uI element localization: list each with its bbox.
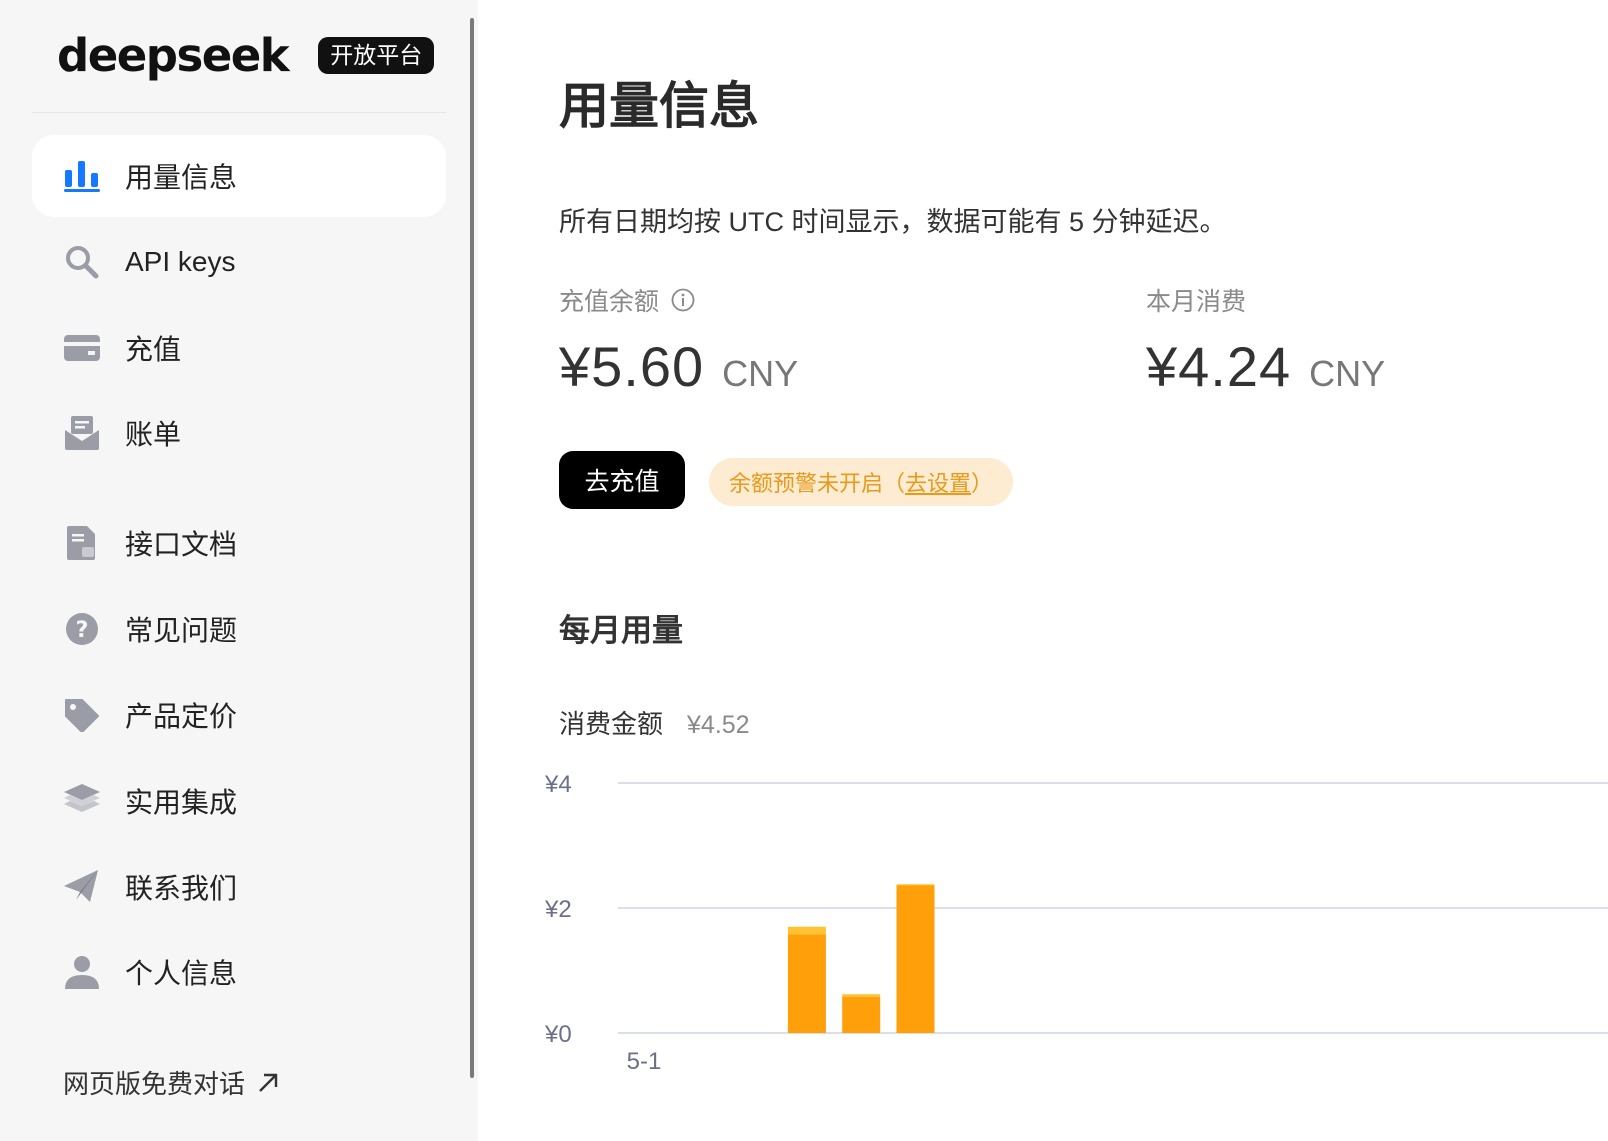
- bar[interactable]: [842, 996, 881, 1033]
- sidebar-item-profile[interactable]: 个人信息: [32, 931, 446, 1013]
- credit-card-icon: [64, 330, 100, 366]
- sidebar-item-recharge[interactable]: 充值: [32, 307, 446, 389]
- balance-alert-badge: 余额预警未开启（ 去设置）: [709, 458, 1014, 506]
- sidebar-item-label: 产品定价: [125, 701, 238, 732]
- info-icon[interactable]: [671, 288, 695, 312]
- sidebar-item-pricing[interactable]: 产品定价: [32, 674, 446, 756]
- balance-unit: CNY: [722, 353, 799, 394]
- user-icon: [64, 954, 100, 990]
- web-chat-link-label: 网页版免费对话: [63, 1069, 246, 1099]
- sidebar-item-faq[interactable]: ? 常见问题: [32, 588, 446, 670]
- layers-icon: [64, 783, 100, 819]
- cost-label: 消费金额: [559, 709, 664, 739]
- paper-plane-icon: [64, 869, 100, 905]
- cost-summary: 消费金额 ¥4.52: [559, 704, 750, 741]
- cost-value: ¥4.52: [687, 711, 750, 739]
- bar-segment[interactable]: [842, 994, 881, 997]
- web-chat-link[interactable]: 网页版免费对话: [63, 1064, 279, 1101]
- sidebar-item-bills[interactable]: 账单: [32, 392, 446, 474]
- price-tag-icon: [64, 697, 100, 733]
- sidebar-item-label: 联系我们: [125, 873, 238, 904]
- monthly-label-row: 本月消费: [1146, 282, 1385, 318]
- bar[interactable]: [896, 885, 935, 1034]
- sidebar-item-label: 实用集成: [125, 787, 238, 818]
- alert-text: 余额预警未开启（: [729, 471, 906, 496]
- sidebar-item-label: 用量信息: [125, 162, 238, 193]
- balance-value: ¥5.60 CNY: [559, 334, 798, 399]
- sidebar-item-api-docs[interactable]: 接口文档: [32, 502, 446, 584]
- balance-amount: ¥5.60: [559, 335, 705, 398]
- deepseek-logo[interactable]: deepseek: [57, 33, 290, 78]
- sidebar-item-label: API keys: [125, 246, 236, 277]
- sidebar-item-usage[interactable]: 用量信息: [32, 135, 446, 217]
- sidebar-item-api-keys[interactable]: API keys: [32, 221, 446, 303]
- recharge-button[interactable]: 去充值: [559, 451, 685, 509]
- sidebar-item-label: 个人信息: [125, 958, 238, 989]
- svg-text:?: ?: [76, 618, 89, 643]
- search-key-icon: [64, 244, 100, 280]
- sidebar-item-label: 常见问题: [125, 615, 238, 646]
- question-icon: ?: [64, 611, 100, 647]
- alert-suffix: ）: [971, 471, 994, 496]
- platform-badge: 开放平台: [318, 36, 435, 74]
- monthly-label: 本月消费: [1146, 288, 1247, 316]
- balance-label-row: 充值余额: [559, 282, 798, 318]
- brand[interactable]: deepseek 开放平台: [57, 26, 435, 84]
- bar-segment[interactable]: [787, 926, 826, 935]
- sidebar-item-label: 接口文档: [125, 529, 238, 560]
- bill-icon: [64, 415, 100, 451]
- balance-stat: 充值余额 ¥5.60 CNY: [559, 282, 798, 399]
- monthly-amount: ¥4.24: [1146, 335, 1292, 398]
- monthly-value: ¥4.24 CNY: [1146, 334, 1385, 399]
- sidebar-item-label: 账单: [125, 419, 182, 450]
- bar[interactable]: [787, 934, 826, 1033]
- alert-settings-link[interactable]: 去设置: [905, 466, 971, 498]
- bar-segment[interactable]: [896, 884, 935, 886]
- bar-chart-icon: [64, 158, 100, 194]
- x-tick-label: 5-1: [627, 1048, 662, 1075]
- main-content: 用量信息 所有日期均按 UTC 时间显示，数据可能有 5 分钟延迟。 充值余额 …: [478, 0, 1608, 1141]
- monthly-unit: CNY: [1309, 353, 1386, 394]
- utc-notice: 所有日期均按 UTC 时间显示，数据可能有 5 分钟延迟。: [559, 207, 1227, 237]
- sidebar-item-integrations[interactable]: 实用集成: [32, 760, 446, 842]
- brand-divider: [32, 112, 446, 113]
- page-title: 用量信息: [559, 78, 759, 134]
- usage-bar-chart: ¥0 ¥2 ¥4 5-1: [544, 771, 1608, 1075]
- sidebar-item-label: 充值: [125, 334, 182, 365]
- y-tick-label: ¥2: [544, 896, 572, 923]
- external-arrow-icon: [257, 1072, 279, 1094]
- document-icon: [64, 525, 100, 561]
- monthly-spend-stat: 本月消费 ¥4.24 CNY: [1146, 282, 1385, 399]
- sidebar-scrollbar[interactable]: [470, 18, 474, 1078]
- sidebar-item-contact[interactable]: 联系我们: [32, 846, 446, 928]
- monthly-usage-title: 每月用量: [559, 613, 683, 648]
- y-tick-label: ¥4: [544, 771, 572, 798]
- balance-label: 充值余额: [559, 288, 660, 316]
- sidebar: deepseek 开放平台 用量信息 API keys 充值 账单 接口文档 ?…: [0, 0, 478, 1141]
- y-tick-label: ¥0: [544, 1021, 572, 1048]
